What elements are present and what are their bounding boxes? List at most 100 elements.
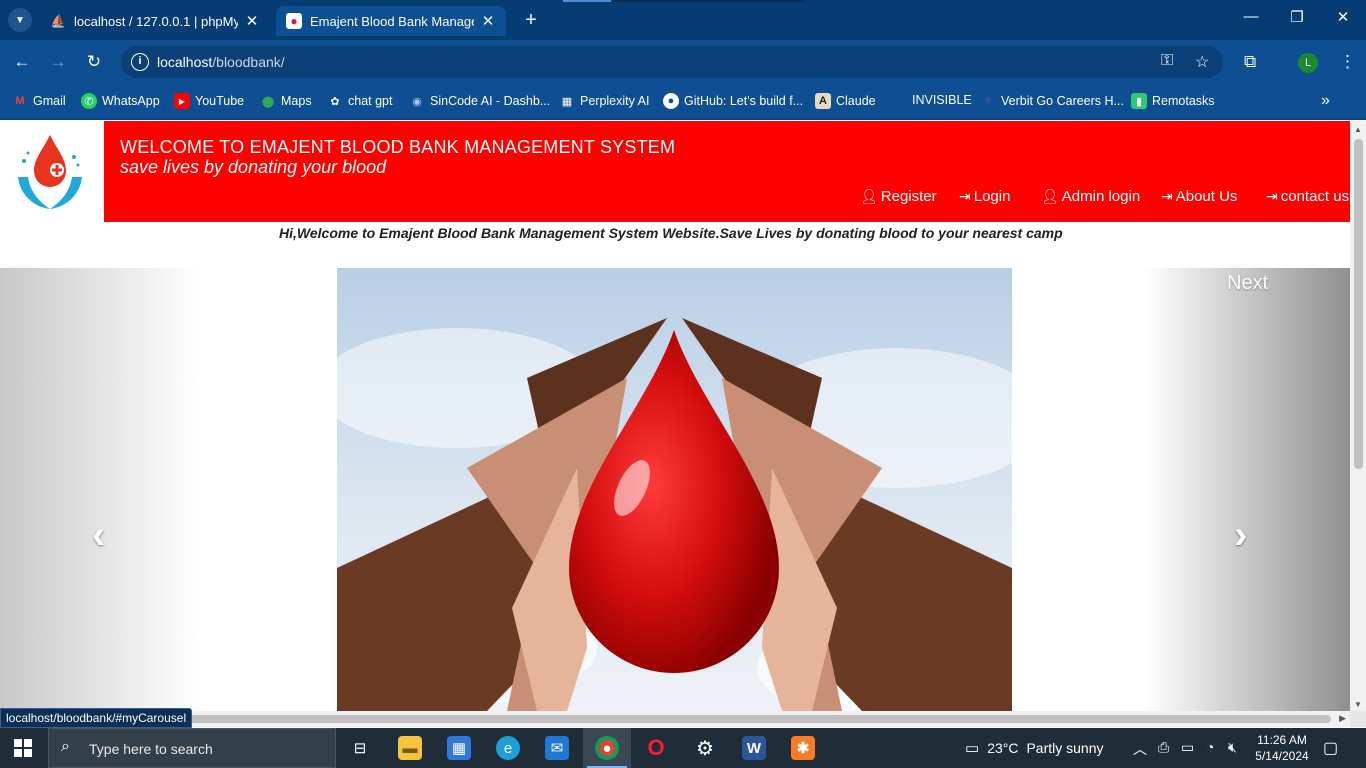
image-carousel: ‹ › Next bbox=[0, 268, 1350, 711]
more-bookmarks-icon[interactable]: » bbox=[1321, 92, 1330, 110]
weather-text: Partly sunny bbox=[1026, 740, 1104, 756]
extensions-icon[interactable]: ⧉ bbox=[1244, 52, 1256, 72]
bookmark-label: Maps bbox=[281, 94, 312, 108]
bookmark-invisible[interactable]: INVISIBLE bbox=[912, 93, 972, 107]
close-icon[interactable]: ✕ bbox=[244, 12, 260, 30]
bookmark-gmail[interactable]: M Gmail bbox=[12, 93, 65, 109]
bookmark-label: YouTube bbox=[195, 94, 245, 108]
notification-icon[interactable]: ▢ bbox=[1323, 738, 1338, 758]
new-tab-button[interactable]: + bbox=[520, 9, 542, 32]
password-key-icon[interactable]: ⚿ bbox=[1161, 52, 1173, 70]
nav-label: contact us bbox=[1280, 188, 1350, 205]
weather-temp: 23°C bbox=[987, 740, 1019, 756]
page-content: WELCOME TO EMAJENT BLOOD BANK MANAGEMENT… bbox=[0, 121, 1350, 711]
bookmark-label: INVISIBLE bbox=[912, 93, 972, 107]
minimize-button[interactable]: — bbox=[1236, 8, 1266, 25]
microsoft-store-icon[interactable]: ▦ bbox=[435, 728, 483, 768]
bookmark-label: WhatsApp bbox=[102, 94, 160, 108]
carousel-next-label[interactable]: Next bbox=[1227, 272, 1268, 295]
scroll-right-icon[interactable]: ▶ bbox=[1339, 713, 1346, 724]
blood-drop-hands-image bbox=[337, 268, 1012, 711]
youtube-icon: ▶ bbox=[174, 93, 190, 109]
site-info-icon[interactable]: i bbox=[131, 53, 149, 71]
bookmark-github[interactable]: ● GitHub: Let's build f... bbox=[663, 93, 803, 109]
forward-button[interactable]: → bbox=[46, 50, 70, 74]
verbit-icon: ▼ bbox=[982, 95, 994, 107]
menu-icon[interactable]: ⋮ bbox=[1339, 52, 1356, 72]
chevron-right-icon[interactable]: › bbox=[1234, 513, 1247, 558]
opera-icon[interactable]: O bbox=[632, 728, 680, 768]
scrollbar-thumb[interactable] bbox=[1354, 139, 1363, 469]
bookmark-youtube[interactable]: ▶ YouTube bbox=[174, 93, 244, 109]
blood-bank-icon: ● bbox=[286, 13, 302, 29]
bookmark-remotasks[interactable]: ▮ Remotasks bbox=[1131, 93, 1215, 109]
settings-icon[interactable]: ⚙ bbox=[681, 728, 729, 768]
reload-button[interactable]: ↻ bbox=[82, 50, 106, 74]
horizontal-scrollbar[interactable]: ▶ bbox=[0, 711, 1350, 727]
url-text[interactable]: localhost/bloodbank/ bbox=[157, 54, 285, 70]
bookmark-label: Verbit Go Careers H... bbox=[1001, 94, 1124, 108]
close-icon[interactable]: ✕ bbox=[480, 12, 496, 30]
nav-contact-us[interactable]: ⇥ contact us bbox=[1266, 188, 1349, 205]
whatsapp-icon: ✆ bbox=[81, 93, 97, 109]
chevron-up-icon[interactable]: ︿ bbox=[1133, 739, 1147, 759]
github-icon: ● bbox=[663, 93, 679, 109]
vertical-scrollbar[interactable]: ▲ ▼ bbox=[1350, 121, 1366, 711]
chrome-icon[interactable]: ● bbox=[583, 728, 631, 768]
tab-bloodbank[interactable]: ● Emajent Blood Bank Management System ✕ bbox=[276, 6, 506, 36]
scroll-up-icon[interactable]: ▲ bbox=[1354, 125, 1362, 134]
xampp-icon[interactable]: ✱ bbox=[779, 728, 827, 768]
weather-widget[interactable]: ▭ 23°C Partly sunny bbox=[965, 739, 1104, 757]
loading-indicator bbox=[563, 0, 611, 2]
tab-phpmyadmin[interactable]: ⛵ localhost / 127.0.0.1 | phpMyAdmin ✕ bbox=[40, 6, 270, 36]
address-bar[interactable]: i localhost/bloodbank/ ⚿ ☆ bbox=[121, 46, 1223, 78]
browser-tab-bar: ▼ ⛵ localhost / 127.0.0.1 | phpMyAdmin ✕… bbox=[0, 0, 1366, 40]
wifi-icon[interactable]: ◔ bbox=[1206, 739, 1214, 755]
browser-toolbar: ← → ↻ i localhost/bloodbank/ ⚿ ☆ ⧉ L ⋮ bbox=[0, 40, 1366, 84]
restore-button[interactable]: ❐ bbox=[1282, 8, 1312, 26]
tab-title: Emajent Blood Bank Management System bbox=[310, 13, 474, 29]
carousel-next-control[interactable] bbox=[1145, 268, 1350, 711]
bookmark-perplexity[interactable]: ▦ Perplexity AI bbox=[559, 93, 650, 109]
bookmark-claude[interactable]: A Claude bbox=[815, 93, 876, 109]
bookmark-maps[interactable]: ⬤ Maps bbox=[260, 93, 312, 109]
nav-label: Admin login bbox=[1061, 188, 1141, 205]
carousel-prev-control[interactable] bbox=[0, 268, 200, 711]
close-window-button[interactable]: ✕ bbox=[1328, 8, 1358, 26]
tab-search-icon[interactable]: ▼ bbox=[8, 8, 32, 32]
nav-login[interactable]: ⇥ Login bbox=[959, 188, 1010, 205]
bookmark-verbit[interactable]: ▼ Verbit Go Careers H... bbox=[980, 93, 1124, 109]
back-button[interactable]: ← bbox=[10, 50, 34, 74]
battery-icon[interactable]: ▭ bbox=[1181, 739, 1194, 756]
scrollbar-thumb[interactable] bbox=[16, 715, 1331, 723]
meet-now-icon[interactable]: ⎙ bbox=[1158, 739, 1169, 756]
mail-icon[interactable]: ✉ bbox=[533, 728, 581, 768]
nav-admin-login[interactable]: 👤︎ Admin login bbox=[1041, 188, 1140, 205]
bookmark-chatgpt[interactable]: ✿ chat gpt bbox=[327, 93, 392, 109]
user-icon: 👤︎ bbox=[860, 188, 878, 204]
windows-taskbar: ⌕ Type here to search ⊟ ▬ ▦ e ✉ ● O ⚙ W … bbox=[0, 728, 1366, 768]
nav-label: Login bbox=[973, 188, 1011, 205]
search-placeholder: Type here to search bbox=[89, 741, 213, 757]
nav-register[interactable]: 👤︎ Register bbox=[860, 188, 937, 205]
taskbar-clock[interactable]: 11:26 AM 5/14/2024 bbox=[1252, 732, 1312, 764]
edge-icon[interactable]: e bbox=[484, 728, 532, 768]
status-bar-url: localhost/bloodbank/#myCarousel bbox=[0, 708, 193, 728]
word-icon[interactable]: W bbox=[730, 728, 778, 768]
profile-avatar[interactable]: L bbox=[1298, 53, 1318, 73]
bookmark-whatsapp[interactable]: ✆ WhatsApp bbox=[81, 93, 160, 109]
scroll-down-icon[interactable]: ▼ bbox=[1354, 700, 1362, 709]
chatgpt-icon: ✿ bbox=[330, 95, 340, 108]
volume-muted-icon[interactable]: 🔇︎ bbox=[1228, 739, 1237, 756]
task-view-icon[interactable]: ⊟ bbox=[336, 728, 384, 768]
file-explorer-icon[interactable]: ▬ bbox=[386, 728, 434, 768]
bookmark-label: chat gpt bbox=[348, 94, 393, 108]
windows-start-icon[interactable] bbox=[14, 739, 32, 757]
chevron-left-icon[interactable]: ‹ bbox=[92, 513, 105, 558]
url-host: localhost bbox=[157, 54, 213, 70]
bookmark-sincode[interactable]: ◉ SinCode AI - Dashb... bbox=[409, 93, 550, 109]
taskbar-search[interactable]: ⌕ Type here to search bbox=[48, 728, 336, 768]
weather-icon: ▭ bbox=[965, 740, 980, 757]
nav-about-us[interactable]: ⇥ About Us bbox=[1161, 188, 1237, 205]
bookmark-star-icon[interactable]: ☆ bbox=[1195, 52, 1209, 72]
